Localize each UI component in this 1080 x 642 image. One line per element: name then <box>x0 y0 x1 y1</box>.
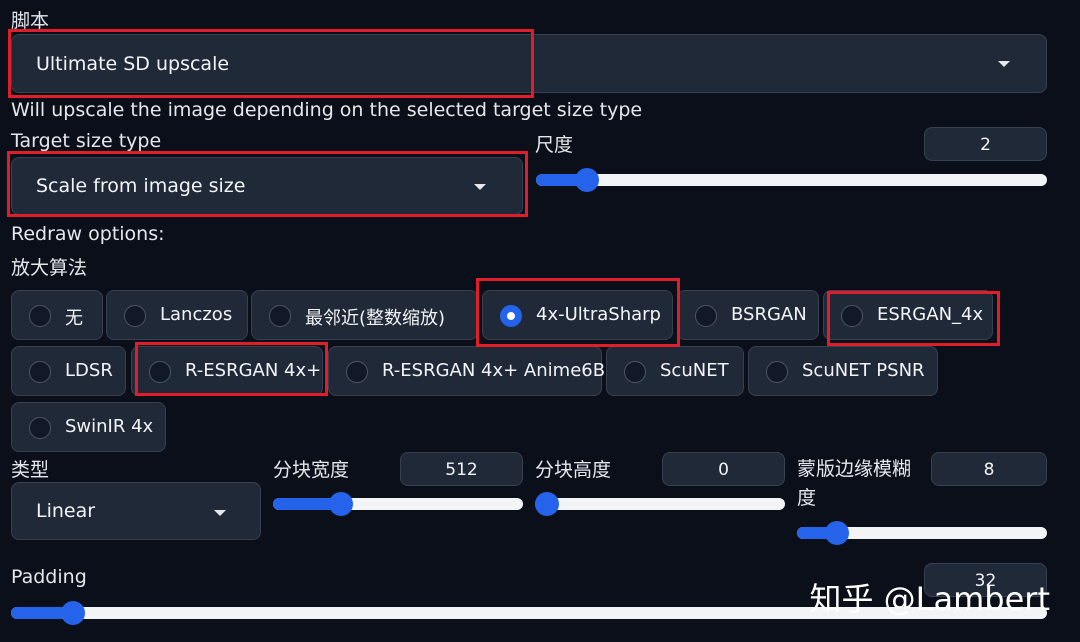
radio-icon <box>695 305 717 327</box>
radio-icon <box>269 305 291 327</box>
upscaler-option-lanczos[interactable]: Lanczos <box>106 290 248 340</box>
slider-thumb[interactable] <box>575 168 600 192</box>
target-size-value: Scale from image size <box>36 175 246 197</box>
upscaler-option-r-esrgan-4x[interactable]: R-ESRGAN 4x+ <box>131 346 323 396</box>
option-label: 4x-UltraSharp <box>536 304 661 325</box>
tile-width-label: 分块宽度 <box>273 459 350 481</box>
upscaler-option-4x-ultrasharp[interactable]: 4x-UltraSharp <box>482 290 673 340</box>
tile-width-number-input[interactable]: 512 <box>400 452 523 486</box>
scale-number-input[interactable]: 2 <box>924 127 1047 161</box>
upscaler-option-swinir-4x[interactable]: SwinIR 4x <box>11 402 166 452</box>
radio-icon <box>124 305 146 327</box>
slider-thumb[interactable] <box>535 492 559 516</box>
chevron-down-icon <box>214 510 226 516</box>
watermark-text: 知乎 @Lambert <box>809 580 1051 618</box>
option-label: 无 <box>65 308 83 329</box>
radio-icon <box>29 417 51 439</box>
padding-label: Padding <box>11 566 87 588</box>
mask-blur-label: 蒙版边缘模糊度 <box>797 458 912 509</box>
scale-label: 尺度 <box>535 134 574 156</box>
tile-height-number-input[interactable]: 0 <box>662 452 785 486</box>
tile-width-slider[interactable] <box>273 492 523 516</box>
upscaler-option-scunet[interactable]: ScuNET <box>606 346 744 396</box>
redraw-options-label: Redraw options: <box>11 223 165 245</box>
upscaler-option-none[interactable]: 无 <box>11 290 103 340</box>
type-dropdown[interactable]: Linear <box>11 482 261 540</box>
upscaler-option-scunet-psnr[interactable]: ScuNET PSNR <box>748 346 938 396</box>
tile-height-slider[interactable] <box>535 492 785 516</box>
chevron-down-icon <box>998 61 1010 67</box>
upscaler-option-ldsr[interactable]: LDSR <box>11 346 126 396</box>
type-value: Linear <box>36 500 96 522</box>
upscaler-option-r-esrgan-anime[interactable]: R-ESRGAN 4x+ Anime6B <box>328 346 606 396</box>
radio-selected-icon <box>500 305 522 327</box>
target-size-dropdown[interactable]: Scale from image size <box>11 157 523 215</box>
radio-icon <box>346 361 368 383</box>
option-label: LDSR <box>65 360 113 381</box>
upscaler-option-nearest[interactable]: 最邻近(整数缩放) <box>251 290 478 340</box>
option-label: ScuNET <box>660 360 729 381</box>
option-label: ScuNET PSNR <box>802 360 925 381</box>
target-size-label: Target size type <box>11 130 162 152</box>
script-dropdown[interactable]: Ultimate SD upscale <box>11 34 1047 93</box>
option-label: BSRGAN <box>731 304 807 325</box>
option-label: SwinIR 4x <box>65 416 154 437</box>
upscaler-option-esrgan-4x[interactable]: ESRGAN_4x <box>823 290 993 340</box>
radio-icon <box>841 305 863 327</box>
option-label: 最邻近(整数缩放) <box>305 308 446 329</box>
radio-icon <box>29 305 51 327</box>
description-text: Will upscale the image depending on the … <box>11 99 643 121</box>
radio-icon <box>29 361 51 383</box>
tile-height-label: 分块高度 <box>535 459 612 481</box>
script-label: 脚本 <box>11 10 50 32</box>
option-label: ESRGAN_4x <box>877 304 984 325</box>
radio-icon <box>624 361 646 383</box>
slider-thumb[interactable] <box>328 492 353 516</box>
scale-slider[interactable] <box>536 168 1047 192</box>
option-label: R-ESRGAN 4x+ Anime6B <box>382 360 606 381</box>
radio-icon <box>149 361 171 383</box>
option-label: R-ESRGAN 4x+ <box>185 360 322 381</box>
slider-thumb[interactable] <box>825 521 849 545</box>
chevron-down-icon <box>474 184 486 190</box>
mask-blur-slider[interactable] <box>797 521 1047 545</box>
upscaler-label: 放大算法 <box>11 257 88 279</box>
option-label: Lanczos <box>160 304 233 325</box>
upscaler-option-bsrgan[interactable]: BSRGAN <box>677 290 819 340</box>
type-label: 类型 <box>11 459 50 481</box>
script-value: Ultimate SD upscale <box>36 52 230 75</box>
slider-thumb[interactable] <box>61 601 86 625</box>
mask-blur-number-input[interactable]: 8 <box>931 452 1047 486</box>
radio-icon <box>766 361 788 383</box>
